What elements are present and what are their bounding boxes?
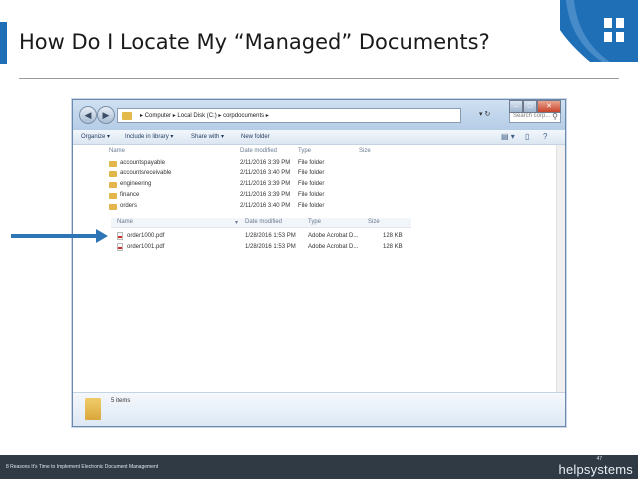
- folder-icon: [122, 112, 132, 120]
- folder-type: File folder: [298, 192, 325, 198]
- slide-footer: 8 Reasons It's Time to Implement Electro…: [0, 455, 638, 479]
- help-icon[interactable]: ?: [543, 130, 547, 144]
- file-size: 128 KB: [383, 244, 403, 250]
- file-type: Adobe Acrobat D...: [308, 233, 359, 239]
- folder-date: 2/11/2016 3:39 PM: [240, 181, 291, 187]
- folder-name: accountsreceivable: [120, 170, 172, 176]
- organize-button[interactable]: Organize ▾: [81, 130, 110, 144]
- file-date: 1/28/2016 1:53 PM: [245, 244, 296, 250]
- column-header-date[interactable]: Date modified: [240, 148, 277, 154]
- breadcrumb-corpdocuments[interactable]: corpdocuments: [223, 113, 264, 119]
- folder-type: File folder: [298, 181, 325, 187]
- maximize-icon[interactable]: □: [523, 100, 537, 113]
- helpsystems-logo-icon: [560, 0, 638, 62]
- column-header-type[interactable]: Type: [308, 219, 321, 225]
- folder-icon: [109, 171, 117, 177]
- search-placeholder: Search corp...: [513, 113, 551, 119]
- file-size: 128 KB: [383, 233, 403, 239]
- refresh-icon[interactable]: ▾ ↻: [479, 110, 490, 118]
- pdf-file-icon: [117, 243, 123, 251]
- pointer-arrow-icon: [96, 229, 108, 243]
- column-header-type[interactable]: Type: [298, 148, 311, 154]
- column-header-size[interactable]: Size: [368, 219, 380, 225]
- views-icon[interactable]: ▤ ▾: [501, 130, 515, 144]
- preview-pane-icon[interactable]: ▯: [525, 130, 529, 144]
- close-icon[interactable]: ✕: [537, 100, 561, 113]
- folder-name: accountspayable: [120, 160, 166, 166]
- back-arrow-icon[interactable]: ◀: [79, 106, 97, 124]
- explorer-titlebar: ◀ ▶ ▸ Computer ▸ Local Disk (C:) ▸ corpd…: [73, 100, 565, 130]
- vertical-scrollbar[interactable]: [556, 145, 565, 393]
- column-header-size[interactable]: Size: [359, 148, 371, 154]
- folder-icon: [109, 182, 117, 188]
- folder-icon: [85, 398, 101, 420]
- explorer-toolbar: Organize ▾ Include in library ▾ Share wi…: [73, 130, 565, 145]
- folder-type: File folder: [298, 160, 325, 166]
- file-explorer-window: ◀ ▶ ▸ Computer ▸ Local Disk (C:) ▸ corpd…: [72, 99, 566, 427]
- address-bar[interactable]: ▸ Computer ▸ Local Disk (C:) ▸ corpdocum…: [117, 108, 461, 123]
- file-date: 1/28/2016 1:53 PM: [245, 233, 296, 239]
- file-name: order1000.pdf: [127, 233, 165, 239]
- folder-type: File folder: [298, 203, 325, 209]
- include-in-library-button[interactable]: Include in library ▾: [125, 130, 173, 144]
- file-name: order1001.pdf: [127, 244, 165, 250]
- sort-arrow-icon: ▾: [235, 220, 239, 226]
- address-separator: ▸: [265, 113, 269, 119]
- column-header-name[interactable]: Name: [117, 219, 133, 225]
- pointer-arrow-shaft: [11, 234, 97, 238]
- title-divider: [19, 78, 619, 79]
- breadcrumb-computer[interactable]: Computer: [145, 113, 171, 119]
- folder-type: File folder: [298, 170, 325, 176]
- breadcrumb-local-disk[interactable]: Local Disk (C:): [177, 113, 216, 119]
- folder-date: 2/11/2016 3:39 PM: [240, 192, 291, 198]
- folder-date: 2/11/2016 3:40 PM: [240, 203, 291, 209]
- brand-wordmark: helpsystems: [558, 462, 633, 477]
- folder-icon: [109, 204, 117, 210]
- new-folder-button[interactable]: New folder: [241, 130, 270, 144]
- pdf-file-icon: [117, 232, 123, 240]
- minimize-icon[interactable]: –: [509, 100, 523, 113]
- folder-name: finance: [120, 192, 140, 198]
- slide-title: How Do I Locate My “Managed” Documents?: [19, 30, 490, 54]
- forward-arrow-icon[interactable]: ▶: [97, 106, 115, 124]
- title-accent-bar: [0, 22, 7, 64]
- column-header-date[interactable]: Date modified: [245, 219, 282, 225]
- file-list-pane: Name Date modified Type Size accountspay…: [73, 145, 565, 393]
- window-controls: – □ ✕: [509, 100, 561, 113]
- status-bar: 5 items: [73, 392, 565, 426]
- footer-text: 8 Reasons It's Time to Implement Electro…: [6, 464, 159, 470]
- folder-name: orders: [120, 203, 138, 209]
- item-count: 5 items: [111, 398, 131, 404]
- column-header-name[interactable]: Name: [109, 148, 125, 154]
- folder-icon: [109, 193, 117, 199]
- file-type: Adobe Acrobat D...: [308, 244, 359, 250]
- folder-date: 2/11/2016 3:39 PM: [240, 160, 291, 166]
- folder-date: 2/11/2016 3:40 PM: [240, 170, 291, 176]
- folder-icon: [109, 161, 117, 167]
- share-with-button[interactable]: Share with ▾: [191, 130, 224, 144]
- folder-name: engineering: [120, 181, 152, 187]
